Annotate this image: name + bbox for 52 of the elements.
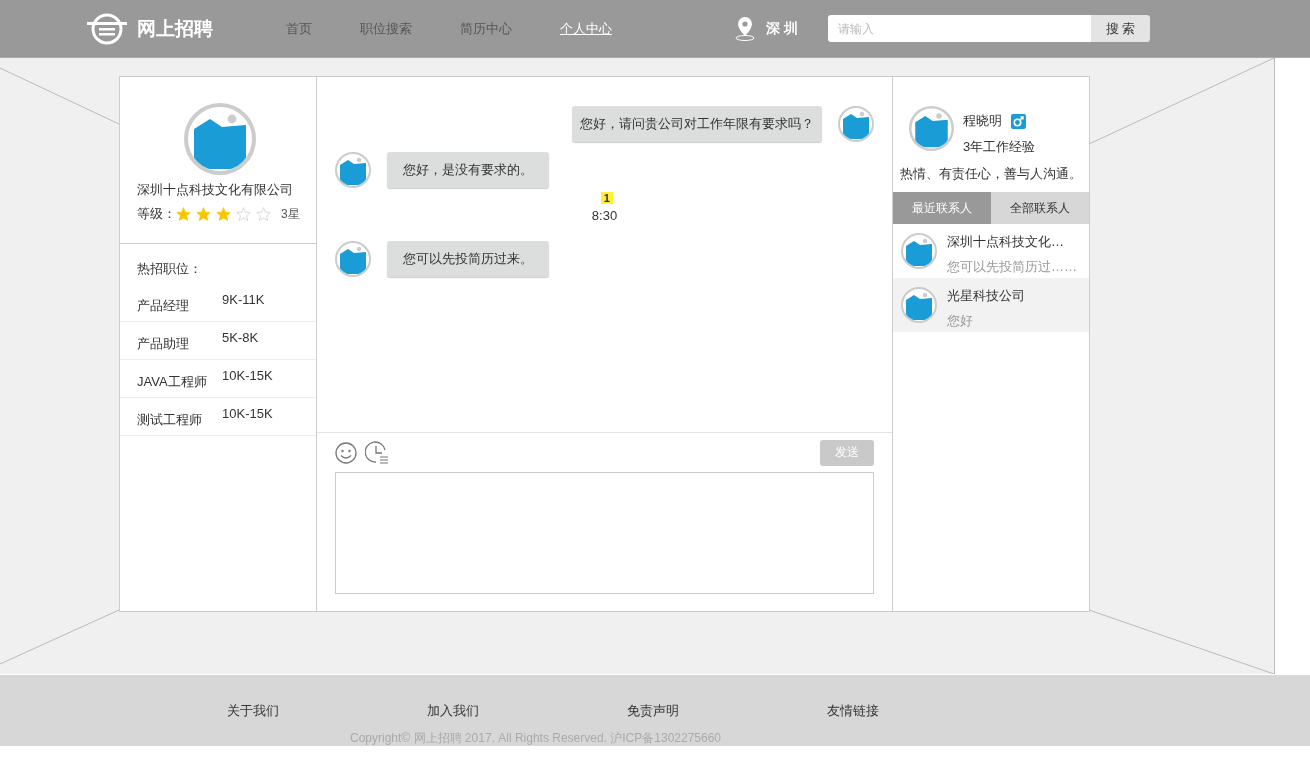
section-title: 热招职位：: [137, 260, 203, 278]
message-bubble: 您可以先投简历过来。: [387, 241, 549, 277]
level-label: 等级：: [137, 205, 176, 223]
image-placeholder-icon: [909, 106, 954, 151]
image-placeholder-icon: [184, 103, 256, 175]
image-placeholder-icon: [335, 241, 371, 277]
star-icon: [176, 207, 191, 221]
job-title[interactable]: JAVA工程师: [120, 366, 222, 391]
logo-icon: [87, 11, 127, 46]
contact-name: 深圳十点科技文化…: [947, 233, 1065, 251]
star-icon: [236, 207, 251, 221]
job-title[interactable]: 产品经理: [120, 290, 222, 315]
annotation-badge: 1: [600, 192, 613, 204]
star-icon: [196, 207, 211, 221]
job-title[interactable]: 产品助理: [120, 328, 222, 353]
message-preview: 您好: [947, 312, 974, 330]
star-icon: [216, 207, 231, 221]
message-preview: 您可以先投简历过……: [947, 258, 1077, 276]
search-field[interactable]: 请输入: [827, 15, 1091, 42]
image-placeholder-icon: [901, 287, 937, 323]
job-title[interactable]: 测试工程师: [120, 404, 222, 429]
location-pin-icon: [734, 15, 756, 42]
message-bubble: 您好，请问贵公司对工作年限有要求吗？: [572, 106, 822, 142]
experience-text: 3年工作经验: [963, 138, 1036, 156]
history-icon[interactable]: [365, 440, 389, 465]
user-name: 程晓明: [963, 112, 1002, 130]
message-time: 8:30: [591, 208, 618, 223]
site-logo-text: 网上招聘: [137, 16, 213, 41]
emoji-icon[interactable]: [335, 441, 357, 464]
footer-link[interactable]: 加入我们: [427, 702, 627, 720]
star-icon: [256, 207, 271, 221]
footer-link[interactable]: 免责声明: [627, 702, 827, 720]
contacts-tab[interactable]: 全部联系人: [991, 192, 1089, 224]
contact-item[interactable]: 光星科技公司 您好: [893, 278, 1089, 332]
contact-item[interactable]: 深圳十点科技文化… 您可以先投简历过……: [893, 224, 1089, 278]
image-placeholder-icon: [901, 233, 937, 269]
footer-link[interactable]: 关于我们: [227, 702, 427, 720]
contact-name: 光星科技公司: [947, 287, 1025, 305]
salary-text: 5K-8K: [222, 330, 259, 347]
message-bubble: 您好，是没有要求的。: [387, 152, 549, 188]
image-placeholder-icon: [838, 106, 874, 142]
message-input[interactable]: [335, 472, 874, 594]
company-name: 深圳十点科技文化有限公司: [137, 181, 294, 199]
salary-text: 10K-15K: [222, 406, 273, 423]
rating-text: 3星: [281, 205, 300, 223]
male-icon: [1011, 113, 1026, 129]
search-button[interactable]: 搜 索: [1090, 15, 1150, 42]
salary-text: 9K-11K: [222, 292, 265, 309]
bio-text: 热情、有责任心，善与人沟通。: [899, 165, 1083, 183]
footer-link[interactable]: 友情链接: [827, 702, 1027, 720]
image-placeholder-icon: [335, 152, 371, 188]
salary-text: 10K-15K: [222, 368, 273, 385]
